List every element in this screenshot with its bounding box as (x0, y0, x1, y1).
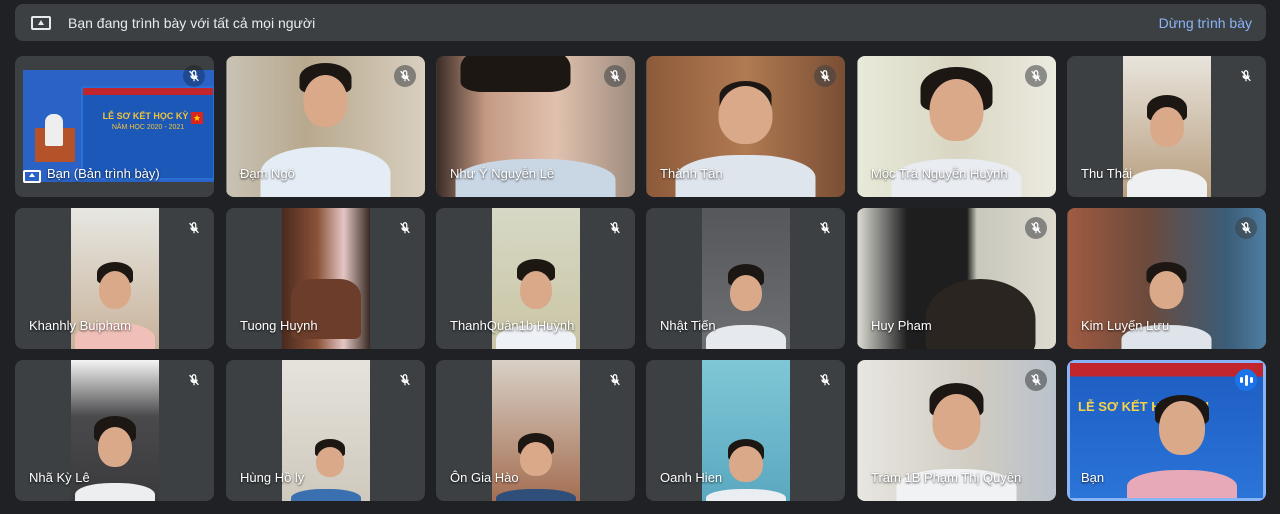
participant-name: Trâm 1B Phạm Thị Quyên (871, 470, 1022, 485)
participant-name: Oanh Hien (660, 470, 723, 485)
mic-off-icon (814, 65, 836, 87)
participant-name: Huy Pham (871, 318, 932, 333)
presenting-banner: Bạn đang trình bày với tất cả mọi người … (15, 4, 1266, 41)
participant-tile[interactable]: Ôn Gia Hào (436, 360, 635, 501)
participant-name: Tuong Huynh (240, 318, 318, 333)
mic-off-icon (183, 65, 205, 87)
mic-off-icon (604, 369, 626, 391)
participant-tile[interactable]: Nhật Tiến (646, 208, 845, 349)
participant-tile-self[interactable]: LỄ SƠ KẾT HỌC KỲ I Bạn (1067, 360, 1266, 501)
mic-off-icon (183, 369, 205, 391)
flag-icon: ★ (191, 112, 203, 124)
mic-off-icon (814, 217, 836, 239)
participant-tile[interactable]: Huy Pham (857, 208, 1056, 349)
video-feed (1122, 56, 1211, 197)
participant-name: Nhật Tiến (660, 318, 716, 333)
participant-tile[interactable]: Hùng Hồ lý (226, 360, 425, 501)
presenting-status-text: Bạn đang trình bày với tất cả mọi người (68, 14, 316, 31)
mic-off-icon (394, 65, 416, 87)
participant-name: Hùng Hồ lý (240, 470, 305, 485)
participant-name: Khanhly Buipham (29, 318, 131, 333)
mic-off-icon (1025, 65, 1047, 87)
participant-name: Như Ý Nguyễn Lê (450, 166, 555, 181)
speaking-indicator-icon (1235, 369, 1257, 391)
mic-off-icon (394, 217, 416, 239)
participant-name: Thu Thái (1081, 166, 1133, 181)
mic-off-icon (1235, 65, 1257, 87)
presentation-icon (23, 170, 41, 183)
stop-presenting-button[interactable]: Dừng trình bày (1159, 15, 1252, 31)
mic-off-icon (604, 65, 626, 87)
participant-name: Bạn (1081, 470, 1105, 485)
mic-off-icon (1235, 217, 1257, 239)
participant-tile[interactable]: ThanhQuân1b Huỳnh (436, 208, 635, 349)
participant-name: ThanhQuân1b Huỳnh (450, 318, 575, 333)
mic-off-icon (1025, 369, 1047, 391)
participant-tile[interactable]: Trâm 1B Phạm Thị Quyên (857, 360, 1056, 501)
mic-off-icon (604, 217, 626, 239)
participant-tile[interactable]: Đạm Ngô (226, 56, 425, 197)
participant-tile[interactable]: Thành Tân (646, 56, 845, 197)
participant-tile[interactable]: Kim Luyến Lưu (1067, 208, 1266, 349)
participant-name: Đạm Ngô (240, 166, 295, 181)
speaker-image (45, 114, 63, 146)
slide-subtitle: NĂM HỌC 2020 - 2021 (111, 124, 185, 131)
participant-tile[interactable]: Nhã Kỳ Lê (15, 360, 214, 501)
participant-name: Nhã Kỳ Lê (29, 470, 90, 485)
participant-tile[interactable]: Khanhly Buipham (15, 208, 214, 349)
participant-tile[interactable]: Mộc Trà Nguyễn Huỳnh (857, 56, 1056, 197)
participant-name: Ôn Gia Hào (450, 470, 519, 485)
participant-tile[interactable]: Tuong Huynh (226, 208, 425, 349)
participant-tile[interactable]: Oanh Hien (646, 360, 845, 501)
mic-off-icon (183, 217, 205, 239)
participant-tile[interactable]: Như Ý Nguyễn Lê (436, 56, 635, 197)
participant-name: Mộc Trà Nguyễn Huỳnh (871, 166, 1008, 181)
present-screen-icon (31, 15, 51, 30)
participant-name: Bạn (Bản trình bày) (47, 166, 160, 181)
participant-name: Thành Tân (660, 166, 723, 181)
participant-name: Kim Luyến Lưu (1081, 318, 1170, 333)
mic-off-icon (1025, 217, 1047, 239)
participant-tile[interactable]: Thu Thái (1067, 56, 1266, 197)
mic-off-icon (814, 369, 836, 391)
mic-off-icon (394, 369, 416, 391)
participant-tile-presentation[interactable]: LỄ SƠ KẾT HỌC KỲ I NĂM HỌC 2020 - 2021 ★… (15, 56, 214, 197)
